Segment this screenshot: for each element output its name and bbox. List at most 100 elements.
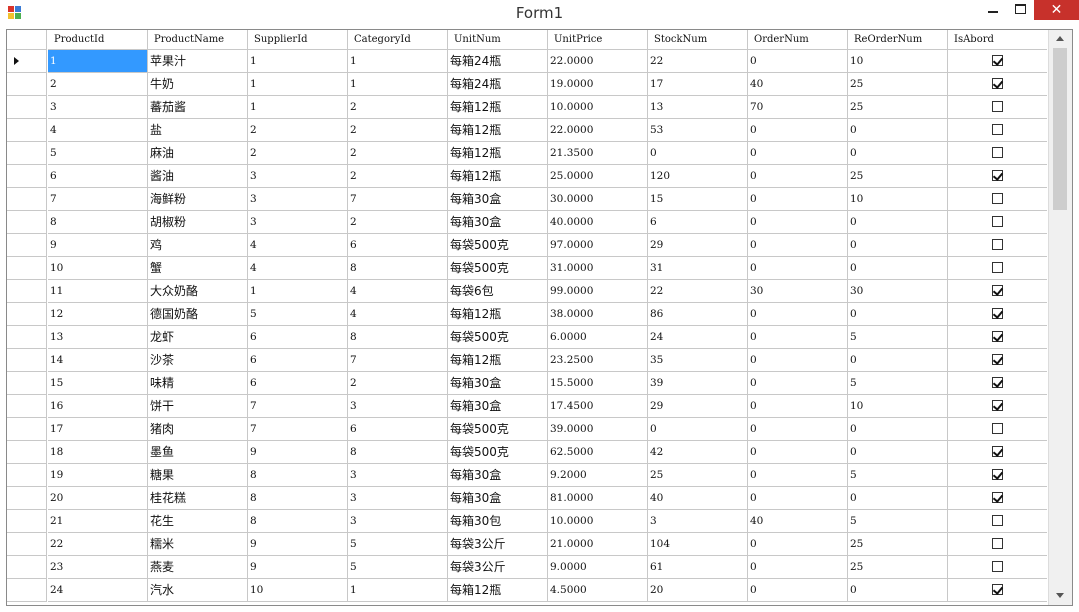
cell-ordernum[interactable]: 0 [748, 119, 848, 142]
cell-productname[interactable]: 德国奶酪 [148, 303, 248, 326]
cell-reordernum[interactable]: 0 [848, 487, 948, 510]
cell-productname[interactable]: 牛奶 [148, 73, 248, 96]
scroll-up-arrow-icon[interactable] [1049, 30, 1072, 48]
cell-categoryid[interactable]: 3 [348, 464, 448, 487]
cell-reordernum[interactable]: 25 [848, 556, 948, 579]
cell-reordernum[interactable]: 5 [848, 510, 948, 533]
isabord-checkbox[interactable] [992, 377, 1004, 388]
cell-ordernum[interactable]: 30 [748, 280, 848, 303]
cell-supplierid[interactable]: 10 [248, 579, 348, 602]
cell-isabord[interactable] [948, 96, 1047, 119]
cell-reordernum[interactable]: 0 [848, 257, 948, 280]
cell-isabord[interactable] [948, 556, 1047, 579]
cell-categoryid[interactable]: 2 [348, 165, 448, 188]
isabord-checkbox[interactable] [992, 262, 1003, 273]
cell-unitprice[interactable]: 10.0000 [548, 510, 648, 533]
cell-unitprice[interactable]: 31.0000 [548, 257, 648, 280]
maximize-button[interactable] [1010, 0, 1032, 22]
cell-supplierid[interactable]: 8 [248, 464, 348, 487]
cell-isabord[interactable] [948, 533, 1047, 556]
cell-supplierid[interactable]: 8 [248, 487, 348, 510]
cell-supplierid[interactable]: 9 [248, 533, 348, 556]
table-row[interactable]: 4 盐 2 2 每箱12瓶 22.0000 53 0 0 [7, 119, 1047, 142]
cell-productid[interactable]: 13 [48, 326, 148, 349]
table-row[interactable]: 14 沙茶 6 7 每箱12瓶 23.2500 35 0 0 [7, 349, 1047, 372]
table-row[interactable]: 23 燕麦 9 5 每袋3公斤 9.0000 61 0 25 [7, 556, 1047, 579]
cell-stocknum[interactable]: 0 [648, 418, 748, 441]
column-header-supplierid[interactable]: SupplierId [248, 30, 348, 50]
cell-categoryid[interactable]: 1 [348, 73, 448, 96]
cell-productid[interactable]: 2 [48, 73, 148, 96]
cell-productid[interactable]: 11 [48, 280, 148, 303]
cell-ordernum[interactable]: 0 [748, 165, 848, 188]
cell-productid[interactable]: 1 [48, 50, 148, 73]
cell-productname[interactable]: 燕麦 [148, 556, 248, 579]
cell-productid[interactable]: 10 [48, 257, 148, 280]
cell-categoryid[interactable]: 6 [348, 234, 448, 257]
cell-isabord[interactable] [948, 464, 1047, 487]
cell-unitnum[interactable]: 每箱12瓶 [448, 579, 548, 602]
cell-unitnum[interactable]: 每袋500克 [448, 441, 548, 464]
table-row[interactable]: 22 糯米 9 5 每袋3公斤 21.0000 104 0 25 [7, 533, 1047, 556]
cell-unitprice[interactable]: 97.0000 [548, 234, 648, 257]
cell-supplierid[interactable]: 7 [248, 395, 348, 418]
cell-productname[interactable]: 龙虾 [148, 326, 248, 349]
isabord-checkbox[interactable] [992, 55, 1004, 66]
column-header-stocknum[interactable]: StockNum [648, 30, 748, 50]
cell-isabord[interactable] [948, 165, 1047, 188]
cell-unitnum[interactable]: 每箱30盒 [448, 464, 548, 487]
cell-unitprice[interactable]: 21.0000 [548, 533, 648, 556]
cell-unitnum[interactable]: 每箱12瓶 [448, 303, 548, 326]
cell-reordernum[interactable]: 25 [848, 165, 948, 188]
cell-unitnum[interactable]: 每袋3公斤 [448, 533, 548, 556]
cell-productname[interactable]: 海鲜粉 [148, 188, 248, 211]
cell-unitprice[interactable]: 15.5000 [548, 372, 648, 395]
cell-productname[interactable]: 猪肉 [148, 418, 248, 441]
cell-categoryid[interactable]: 3 [348, 510, 448, 533]
cell-reordernum[interactable]: 25 [848, 533, 948, 556]
cell-supplierid[interactable]: 3 [248, 211, 348, 234]
cell-unitnum[interactable]: 每箱30包 [448, 510, 548, 533]
table-row[interactable]: 8 胡椒粉 3 2 每箱30盒 40.0000 6 0 0 [7, 211, 1047, 234]
row-header[interactable] [7, 50, 47, 73]
cell-supplierid[interactable]: 7 [248, 418, 348, 441]
scroll-down-arrow-icon[interactable] [1049, 587, 1072, 605]
cell-productid[interactable]: 22 [48, 533, 148, 556]
cell-unitnum[interactable]: 每箱12瓶 [448, 96, 548, 119]
row-header[interactable] [7, 234, 47, 257]
cell-ordernum[interactable]: 0 [748, 418, 848, 441]
cell-ordernum[interactable]: 0 [748, 142, 848, 165]
cell-unitprice[interactable]: 30.0000 [548, 188, 648, 211]
row-header[interactable] [7, 533, 47, 556]
isabord-checkbox[interactable] [992, 331, 1004, 342]
cell-ordernum[interactable]: 0 [748, 556, 848, 579]
cell-productname[interactable]: 鸡 [148, 234, 248, 257]
cell-unitnum[interactable]: 每箱12瓶 [448, 119, 548, 142]
cell-unitprice[interactable]: 17.4500 [548, 395, 648, 418]
cell-productid[interactable]: 17 [48, 418, 148, 441]
row-header[interactable] [7, 211, 47, 234]
cell-productid[interactable]: 5 [48, 142, 148, 165]
cell-unitprice[interactable]: 4.5000 [548, 579, 648, 602]
cell-categoryid[interactable]: 7 [348, 349, 448, 372]
cell-productid[interactable]: 23 [48, 556, 148, 579]
cell-stocknum[interactable]: 13 [648, 96, 748, 119]
cell-categoryid[interactable]: 5 [348, 533, 448, 556]
cell-productid[interactable]: 3 [48, 96, 148, 119]
row-header[interactable] [7, 257, 47, 280]
cell-unitprice[interactable]: 38.0000 [548, 303, 648, 326]
table-row[interactable]: 19 糖果 8 3 每箱30盒 9.2000 25 0 5 [7, 464, 1047, 487]
cell-categoryid[interactable]: 2 [348, 96, 448, 119]
cell-reordernum[interactable]: 5 [848, 464, 948, 487]
cell-productid[interactable]: 14 [48, 349, 148, 372]
table-row[interactable]: 5 麻油 2 2 每箱12瓶 21.3500 0 0 0 [7, 142, 1047, 165]
cell-categoryid[interactable]: 1 [348, 50, 448, 73]
row-header[interactable] [7, 280, 47, 303]
isabord-checkbox[interactable] [992, 561, 1003, 572]
cell-unitnum[interactable]: 每箱30盒 [448, 188, 548, 211]
cell-supplierid[interactable]: 9 [248, 441, 348, 464]
cell-stocknum[interactable]: 120 [648, 165, 748, 188]
cell-supplierid[interactable]: 9 [248, 556, 348, 579]
cell-productname[interactable]: 墨鱼 [148, 441, 248, 464]
cell-ordernum[interactable]: 0 [748, 395, 848, 418]
